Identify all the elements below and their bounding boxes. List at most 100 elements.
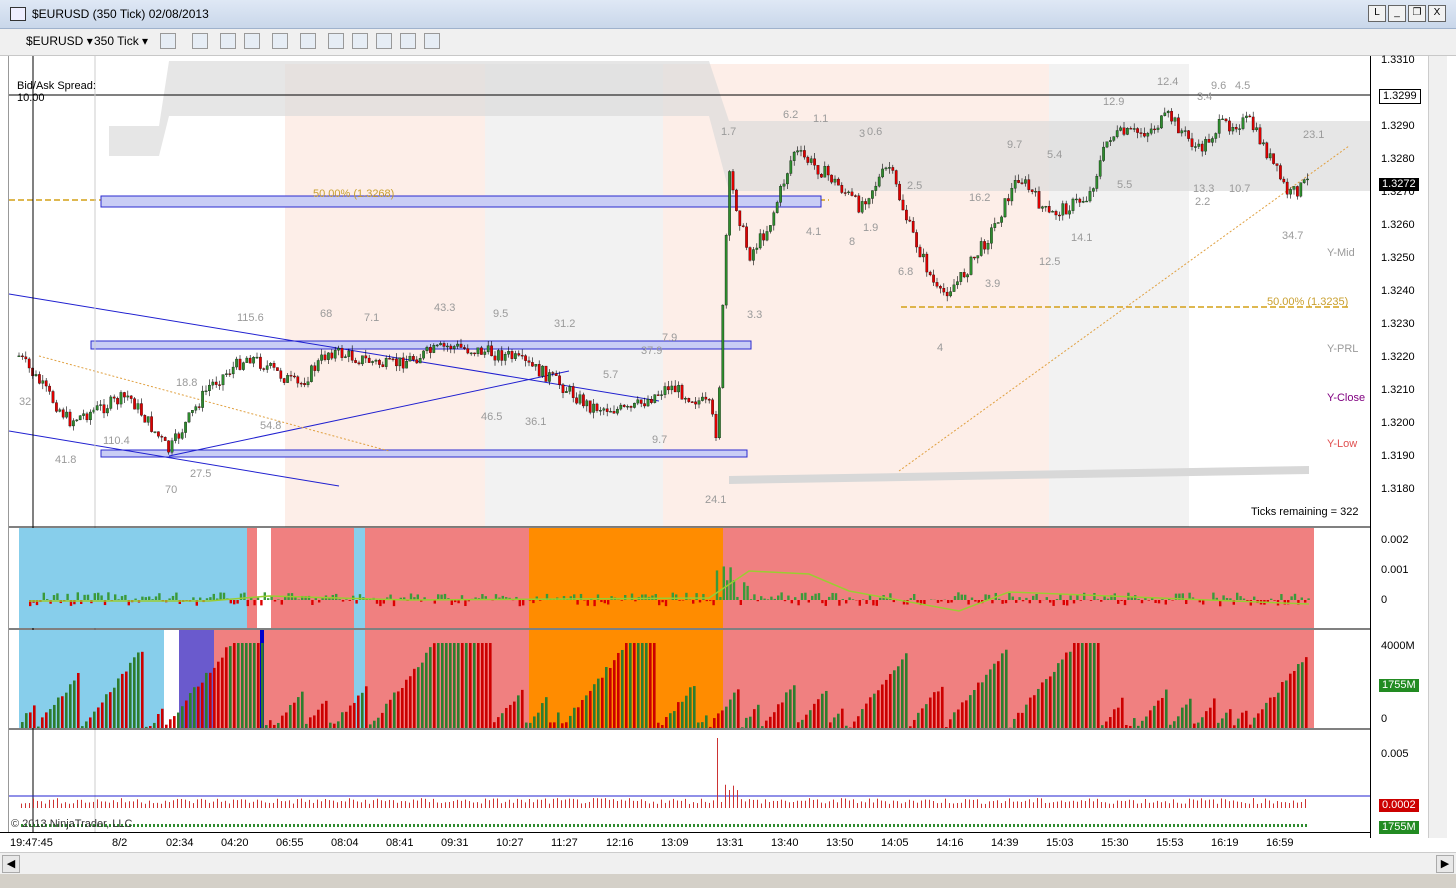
candle-body	[388, 358, 391, 360]
price-tick: 1.3290	[1381, 120, 1415, 132]
tick-bar	[1141, 803, 1142, 808]
tick-dot	[429, 824, 431, 827]
tick-dot	[489, 824, 491, 827]
tick-dot	[533, 824, 535, 827]
candle-body	[612, 411, 616, 414]
candle-body	[782, 183, 786, 187]
tick-bar	[1085, 801, 1086, 808]
volume-bar	[1237, 718, 1240, 728]
time-tick: 14:39	[991, 837, 1019, 849]
volume-bar	[721, 710, 724, 728]
tick-dot	[365, 824, 367, 827]
volume-bar	[85, 721, 88, 728]
candle-body	[874, 185, 878, 191]
minimize-button[interactable]: _	[1388, 5, 1406, 22]
tick-bar	[905, 802, 906, 808]
candle-body	[1255, 127, 1258, 131]
volume-bar	[713, 718, 716, 728]
instrument-selector[interactable]: $EURUSD ▾	[26, 34, 93, 48]
tick-dot	[265, 824, 267, 827]
volume-bar	[1149, 710, 1152, 728]
candle-body	[820, 174, 823, 178]
tick-bar	[1073, 800, 1074, 808]
price-axis[interactable]: 1.3310 1.3290 1.3280 1.3270 1.3260 1.325…	[1370, 54, 1429, 838]
zoom-icon[interactable]	[300, 33, 316, 49]
interval-selector[interactable]: 350 Tick ▾	[94, 34, 148, 48]
indicators-icon[interactable]	[352, 33, 368, 49]
candle-body	[656, 394, 660, 396]
candle-body	[765, 231, 769, 241]
candle-body	[361, 355, 364, 365]
tick-dot	[521, 824, 523, 827]
candle-body	[398, 357, 402, 367]
properties-icon[interactable]	[400, 33, 416, 49]
tick-bar	[1137, 803, 1138, 808]
crosshair-icon[interactable]	[272, 33, 288, 49]
tick-bar	[1237, 801, 1238, 808]
link-button[interactable]: L	[1368, 5, 1386, 22]
volume-bar	[445, 643, 448, 728]
histogram-bar	[790, 600, 793, 604]
horizontal-scrollbar[interactable]: ◀ ▶	[0, 852, 1456, 875]
candle-body	[1289, 189, 1292, 195]
tick-dot	[869, 824, 871, 827]
tick-bar	[1149, 802, 1150, 808]
tick-dot	[693, 824, 695, 827]
histogram-bar	[865, 600, 868, 604]
histogram-bar	[522, 600, 525, 606]
tick-bar	[773, 800, 774, 808]
tick-bar	[21, 803, 22, 808]
candle-body	[1030, 189, 1034, 192]
candle-body	[799, 150, 803, 152]
tick-bar	[1181, 803, 1182, 808]
bar-chart-icon[interactable]	[328, 33, 344, 49]
candle-body	[214, 381, 218, 385]
tick-dot	[237, 824, 239, 827]
volume-bar	[661, 725, 664, 728]
tick-bar	[953, 803, 954, 808]
histogram-bar	[1015, 600, 1018, 603]
tick-dot	[709, 824, 711, 827]
tick-dot	[765, 824, 767, 827]
draw-tools-icon[interactable]	[220, 33, 236, 49]
volume-bar	[933, 692, 936, 728]
tick-dot	[577, 824, 579, 827]
tick-dot	[649, 824, 651, 827]
data-box-icon[interactable]	[424, 33, 440, 49]
close-button[interactable]: X	[1428, 5, 1446, 22]
volume-bar	[1233, 725, 1236, 728]
histogram-bar	[154, 596, 158, 600]
histogram-bar	[1293, 593, 1297, 600]
candle-body	[89, 411, 92, 421]
volume-bar	[633, 643, 636, 728]
pencil-icon[interactable]	[192, 33, 208, 49]
volume-bar	[1005, 649, 1008, 728]
tick-dot	[473, 824, 475, 827]
volume-bar	[733, 692, 736, 728]
histogram-bar	[936, 600, 940, 603]
eraser-icon[interactable]	[244, 33, 260, 49]
candle-body	[95, 405, 99, 411]
candle-body	[119, 392, 123, 405]
vertical-scrollbar[interactable]	[1428, 56, 1447, 838]
window-controls: L _ ❐ X	[1368, 5, 1446, 22]
candle-body	[1306, 178, 1309, 181]
candle-body	[109, 396, 113, 409]
volume-bar	[581, 699, 584, 728]
candle-body	[605, 408, 609, 412]
histogram-bar	[321, 598, 324, 600]
tick-dot	[937, 824, 939, 827]
chart-canvas[interactable]: Bid/Ask Spread: 10.00 Ticks remaining = …	[8, 56, 1371, 838]
scroll-left-icon[interactable]: ◀	[2, 855, 20, 873]
volume-bar	[837, 713, 840, 728]
tick-dot	[361, 824, 363, 827]
strategies-icon[interactable]	[376, 33, 392, 49]
tick-dot	[1017, 824, 1019, 827]
tick-bar	[1121, 800, 1122, 808]
candle-body	[1037, 191, 1041, 209]
histogram-bar	[392, 600, 396, 607]
restore-button[interactable]: ❐	[1408, 5, 1426, 22]
time-tick: 09:31	[441, 837, 469, 849]
chart-style-icon[interactable]	[160, 33, 176, 49]
scroll-right-icon[interactable]: ▶	[1436, 855, 1454, 873]
